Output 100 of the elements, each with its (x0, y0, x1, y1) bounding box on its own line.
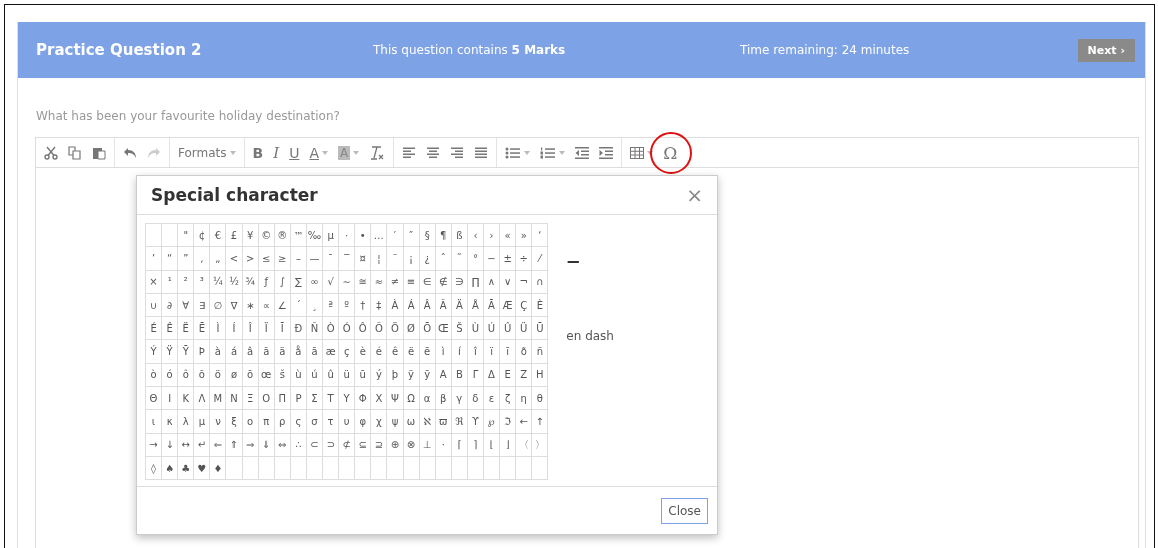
character-cell[interactable]: 〈 (516, 433, 533, 457)
character-cell[interactable]: Τ (323, 387, 340, 411)
character-cell[interactable]: â (242, 340, 259, 364)
character-cell[interactable]: š (274, 363, 291, 388)
character-cell[interactable]: Ì (210, 317, 227, 341)
character-cell[interactable]: © (258, 224, 275, 248)
character-cell[interactable]: ¯ (323, 247, 340, 271)
character-cell[interactable]: θ (532, 387, 549, 411)
character-cell[interactable]: ü (339, 363, 356, 388)
character-cell[interactable]: ⇒ (242, 433, 259, 457)
character-cell[interactable]: ‡ (371, 293, 388, 318)
character-cell[interactable]: τ (323, 410, 340, 434)
character-cell[interactable]: Ξ (242, 387, 259, 411)
italic-button[interactable]: I (268, 140, 285, 165)
character-cell[interactable]: ∩ (532, 270, 549, 294)
character-cell[interactable]: „ (210, 247, 227, 271)
character-cell[interactable]: ¦ (371, 247, 388, 271)
character-cell[interactable]: ä (274, 340, 291, 364)
character-cell[interactable]: ⌉ (467, 433, 484, 457)
character-cell[interactable]: ī (500, 340, 517, 364)
character-cell[interactable]: Χ (371, 387, 388, 411)
character-cell[interactable]: Λ (194, 387, 211, 411)
character-cell[interactable]: √ (323, 270, 340, 294)
character-cell[interactable]: ñ (532, 340, 549, 364)
character-cell[interactable]: ζ (500, 387, 517, 411)
character-cell[interactable]: ⊗ (403, 433, 420, 457)
character-cell[interactable]: ª (323, 293, 340, 318)
character-cell[interactable]: É (146, 317, 163, 341)
character-cell[interactable]: ≅ (355, 270, 372, 294)
character-cell[interactable]: ↑ (532, 410, 549, 434)
character-cell[interactable]: ◊ (146, 456, 163, 481)
character-cell[interactable]: ↔ (178, 433, 195, 457)
character-cell[interactable]: ι (146, 410, 163, 434)
character-cell[interactable]: Ú (483, 317, 501, 341)
character-cell[interactable]: ý (371, 363, 388, 388)
character-cell[interactable]: ‚ (194, 247, 211, 271)
character-cell[interactable]: ð (516, 340, 533, 364)
character-cell[interactable]: ô (178, 363, 195, 388)
character-cell[interactable]: Ī (274, 317, 291, 341)
character-cell[interactable]: ∝ (258, 293, 275, 318)
character-cell[interactable]: í (451, 340, 468, 364)
character-cell[interactable]: Û (500, 317, 517, 341)
character-cell[interactable]: ‘ (532, 224, 549, 248)
character-cell[interactable]: × (146, 270, 163, 294)
character-cell[interactable]: ë (403, 340, 420, 364)
character-cell[interactable]: ⊆ (355, 433, 372, 457)
character-cell[interactable]: ∃ (194, 293, 211, 318)
character-cell[interactable]: À (387, 293, 404, 318)
character-cell[interactable]: φ (355, 410, 372, 434)
character-cell[interactable]: Φ (355, 387, 372, 411)
character-cell[interactable]: ∼ (339, 270, 356, 294)
character-cell[interactable]: ⁄ (532, 247, 549, 271)
character-cell[interactable]: Î (242, 317, 259, 341)
character-cell[interactable]: à (210, 340, 227, 364)
character-cell[interactable]: Η (532, 363, 549, 388)
character-cell[interactable]: Å (467, 293, 484, 318)
character-cell[interactable]: ∠ (274, 293, 291, 318)
character-cell[interactable]: è (355, 340, 372, 364)
character-cell[interactable]: ú (306, 363, 324, 388)
character-cell[interactable]: ß (451, 224, 468, 248)
character-cell[interactable]: ‾ (339, 247, 356, 271)
character-cell[interactable]: ♠ (162, 456, 179, 481)
character-cell[interactable]: Í (226, 317, 243, 341)
character-cell[interactable]: Ζ (516, 363, 533, 388)
character-cell[interactable]: î (467, 340, 484, 364)
character-cell[interactable]: − (483, 247, 501, 271)
character-cell[interactable]: ™ (290, 224, 307, 248)
character-cell[interactable]: ⌋ (500, 433, 517, 457)
character-cell[interactable]: » (516, 224, 533, 248)
character-cell[interactable]: ω (403, 410, 420, 434)
character-cell[interactable]: α (419, 387, 436, 411)
character-cell[interactable]: κ (162, 410, 179, 434)
character-cell[interactable]: ♣ (178, 456, 195, 481)
character-cell[interactable]: Κ (178, 387, 195, 411)
character-cell[interactable]: η (516, 387, 533, 411)
character-cell[interactable]: ¨ (387, 247, 404, 271)
bold-button[interactable]: B (247, 141, 269, 164)
character-cell[interactable]: Ô (355, 317, 372, 341)
character-cell[interactable]: ℑ (500, 410, 517, 434)
character-cell[interactable]: § (419, 224, 436, 248)
character-cell[interactable]: ¤ (355, 247, 372, 271)
character-cell[interactable]: ¢ (194, 224, 211, 248)
character-cell[interactable]: Ñ (306, 317, 324, 341)
underline-button[interactable]: U (284, 141, 305, 164)
character-cell[interactable]: Ρ (290, 387, 307, 411)
character-cell[interactable]: õ (194, 363, 211, 388)
character-cell[interactable]: å (290, 340, 307, 364)
character-cell[interactable]: ù (290, 363, 307, 388)
character-cell[interactable]: ê (387, 340, 404, 364)
character-cell[interactable]: “ (162, 247, 179, 271)
character-cell[interactable]: ∀ (178, 293, 195, 318)
character-cell[interactable]: > (242, 247, 259, 271)
character-cell[interactable]: Α (435, 363, 452, 388)
character-cell[interactable]: ← (516, 410, 533, 434)
character-cell[interactable]: ∴ (290, 433, 307, 457)
character-cell[interactable]: ō (242, 363, 259, 388)
character-cell[interactable]: · (339, 224, 356, 248)
character-cell[interactable]: € (210, 224, 227, 248)
character-cell[interactable]: ò (146, 363, 163, 388)
character-cell[interactable]: ± (500, 247, 517, 271)
